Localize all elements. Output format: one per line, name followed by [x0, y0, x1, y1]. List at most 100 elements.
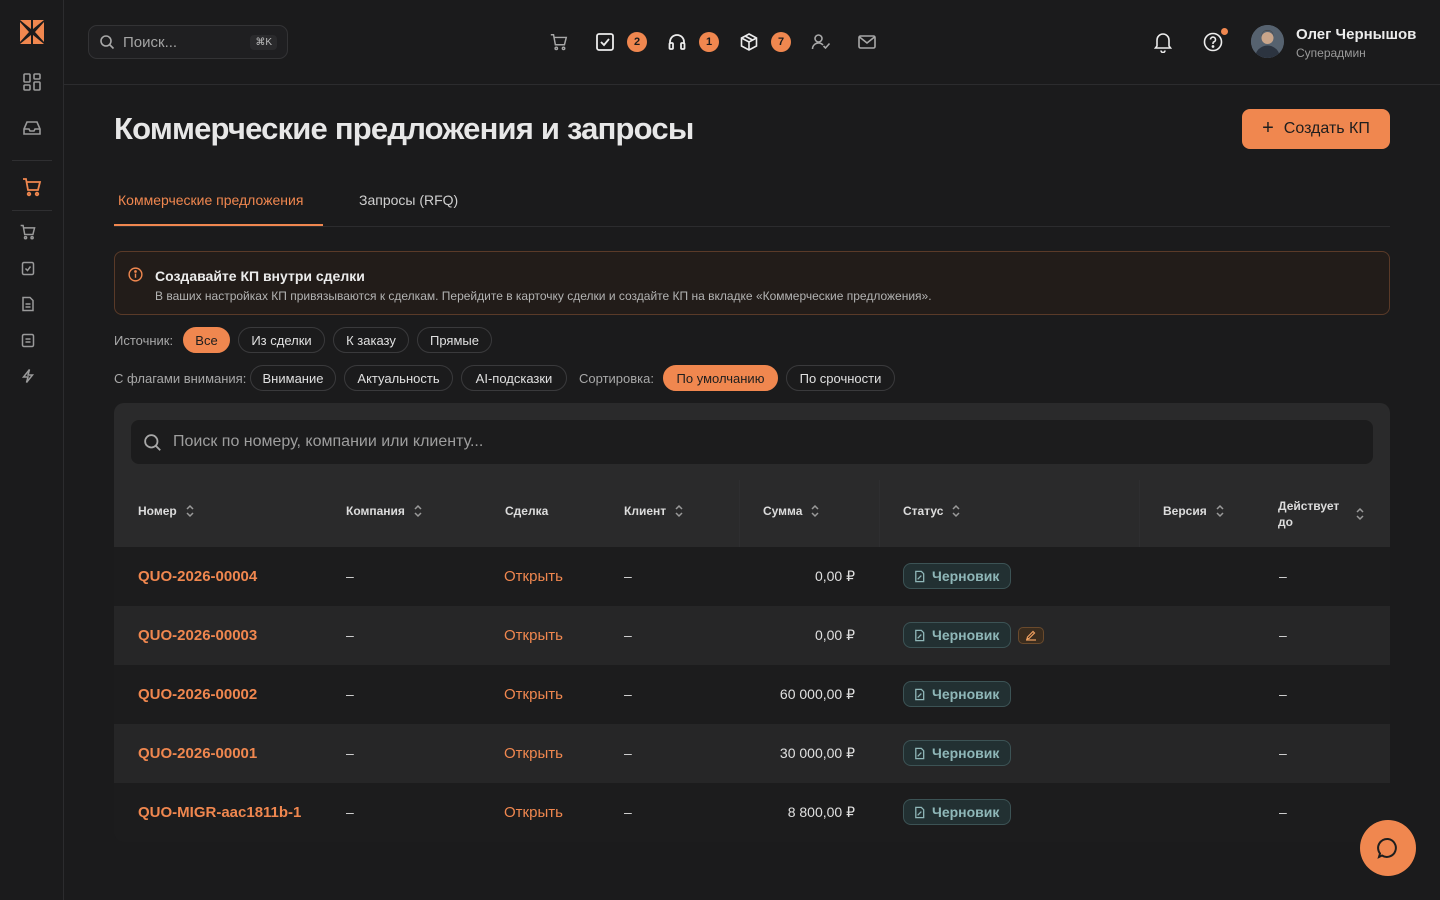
- sidebar: [0, 0, 64, 900]
- mail-icon[interactable]: [856, 31, 878, 53]
- company-cell: –: [346, 568, 354, 584]
- create-quote-label: Создать КП: [1283, 120, 1370, 137]
- inbox-icon[interactable]: [20, 116, 44, 140]
- info-icon: [128, 267, 143, 282]
- checklist-icon[interactable]: [18, 258, 38, 278]
- client-cell: –: [624, 804, 632, 820]
- client-cell: –: [624, 686, 632, 702]
- sum-cell: 30 000,00 ₽: [779, 745, 855, 761]
- package-icon[interactable]: [738, 31, 760, 53]
- table-row[interactable]: QUO-2026-00003 – Открыть – 0,00 ₽ Чернов…: [114, 606, 1390, 665]
- edit-pencil-icon[interactable]: [1018, 627, 1044, 644]
- orders-icon[interactable]: [18, 222, 38, 242]
- quote-number-link[interactable]: QUO-MIGR-aac1811b-1: [138, 804, 301, 821]
- quote-number-link[interactable]: QUO-2026-00002: [138, 686, 257, 703]
- user-check-icon[interactable]: [810, 31, 832, 53]
- help-notification-dot: [1221, 28, 1228, 35]
- clipboard-icon[interactable]: [18, 330, 38, 350]
- status-label: Черновик: [932, 745, 1000, 761]
- user-role: Суперадмин: [1296, 46, 1366, 60]
- table-row[interactable]: QUO-2026-00004 – Открыть – 0,00 ₽ Чернов…: [114, 547, 1390, 606]
- chat-button[interactable]: [1360, 820, 1416, 876]
- table-row[interactable]: QUO-2026-00002 – Открыть – 60 000,00 ₽ Ч…: [114, 665, 1390, 724]
- valid-until-cell: –: [1279, 804, 1287, 820]
- quote-number-link[interactable]: QUO-2026-00004: [138, 568, 257, 585]
- sum-cell: 60 000,00 ₽: [779, 686, 855, 702]
- tab-quotes[interactable]: Коммерческие предложения: [118, 192, 303, 208]
- table-search-input[interactable]: Поиск по номеру, компании или клиенту...: [131, 420, 1373, 464]
- sort-default[interactable]: По умолчанию: [663, 365, 778, 391]
- open-deal-link[interactable]: Открыть: [504, 745, 563, 762]
- user-name[interactable]: Олег Чернышов: [1296, 26, 1416, 43]
- dashboard-icon[interactable]: [20, 70, 44, 94]
- column-header-deal: Сделка: [505, 504, 548, 518]
- sort-urgency[interactable]: По срочности: [786, 365, 895, 391]
- lightning-icon[interactable]: [18, 366, 38, 386]
- tasks-icon[interactable]: [594, 31, 616, 53]
- global-search-input[interactable]: Поиск... ⌘K: [88, 25, 288, 59]
- column-header-label: Номер: [138, 504, 177, 518]
- open-deal-link[interactable]: Открыть: [504, 686, 563, 703]
- page-title: Коммерческие предложения и запросы: [114, 111, 694, 146]
- status-badge: Черновик: [903, 681, 1012, 707]
- cart-icon[interactable]: [548, 31, 570, 53]
- sum-cell: 8 800,00 ₽: [787, 804, 855, 820]
- search-icon: [99, 34, 115, 50]
- table-row[interactable]: QUO-2026-00001 – Открыть – 30 000,00 ₽ Ч…: [114, 724, 1390, 783]
- source-filter-all[interactable]: Все: [183, 327, 230, 353]
- flag-filter-attention[interactable]: Внимание: [250, 365, 336, 391]
- column-header-label: Сделка: [505, 504, 549, 518]
- quote-number-link[interactable]: QUO-2026-00001: [138, 745, 257, 762]
- search-shortcut: ⌘K: [250, 34, 277, 50]
- company-cell: –: [346, 686, 354, 702]
- active-tab-underline: [114, 224, 323, 226]
- document-icon[interactable]: [18, 294, 38, 314]
- source-filter-deal[interactable]: Из сделки: [238, 327, 325, 353]
- status-label: Черновик: [932, 568, 1000, 584]
- headset-icon[interactable]: [666, 31, 688, 53]
- open-deal-link[interactable]: Открыть: [504, 568, 563, 585]
- column-header-sum[interactable]: Сумма: [763, 504, 820, 518]
- column-header-company[interactable]: Компания: [346, 504, 423, 518]
- column-header-valid-until[interactable]: Действует до: [1278, 498, 1365, 530]
- flag-filter-ai-hints[interactable]: AI-подсказки: [461, 365, 567, 391]
- company-cell: –: [346, 745, 354, 761]
- avatar[interactable]: [1251, 25, 1284, 58]
- column-header-number[interactable]: Номер: [138, 504, 195, 518]
- open-deal-link[interactable]: Открыть: [504, 627, 563, 644]
- support-count-badge: 1: [699, 32, 719, 52]
- cart-icon[interactable]: [20, 175, 44, 199]
- source-filter-direct[interactable]: Прямые: [417, 327, 492, 353]
- column-header-version[interactable]: Версия: [1163, 504, 1225, 518]
- column-header-label-line: Действует: [1278, 499, 1340, 513]
- status-label: Черновик: [932, 627, 1000, 643]
- chat-bubble-icon: [1376, 836, 1400, 860]
- flag-filter-relevance[interactable]: Актуальность: [344, 365, 453, 391]
- column-header-client[interactable]: Клиент: [624, 504, 684, 518]
- help-icon[interactable]: [1202, 31, 1224, 53]
- source-filter-order[interactable]: К заказу: [333, 327, 409, 353]
- app-logo-icon[interactable]: [19, 19, 45, 45]
- sort-icon: [1355, 507, 1365, 521]
- bell-icon[interactable]: [1152, 31, 1174, 53]
- draft-document-icon: [913, 747, 926, 760]
- tabs: Коммерческие предложения Запросы (RFQ): [114, 174, 1390, 227]
- column-header-label: Статус: [903, 504, 944, 518]
- tab-rfq[interactable]: Запросы (RFQ): [359, 192, 458, 208]
- sum-cell: 0,00 ₽: [814, 627, 855, 643]
- sum-cell: 0,00 ₽: [814, 568, 855, 584]
- tasks-count-badge: 2: [627, 32, 647, 52]
- column-header-label: Компания: [346, 504, 405, 518]
- column-header-label: Клиент: [624, 504, 667, 518]
- quote-number-link[interactable]: QUO-2026-00003: [138, 627, 257, 644]
- alert-title: Создавайте КП внутри сделки: [155, 268, 365, 284]
- open-deal-link[interactable]: Открыть: [504, 804, 563, 821]
- table-row[interactable]: QUO-MIGR-aac1811b-1 – Открыть – 8 800,00…: [114, 783, 1390, 842]
- table-search-placeholder: Поиск по номеру, компании или клиенту...: [173, 433, 484, 450]
- company-cell: –: [346, 804, 354, 820]
- column-header-status[interactable]: Статус: [903, 504, 961, 518]
- search-placeholder: Поиск...: [123, 33, 178, 51]
- create-quote-button[interactable]: + Создать КП: [1242, 109, 1390, 149]
- sort-icon: [1215, 504, 1225, 518]
- info-alert: Создавайте КП внутри сделки В ваших наст…: [114, 251, 1390, 315]
